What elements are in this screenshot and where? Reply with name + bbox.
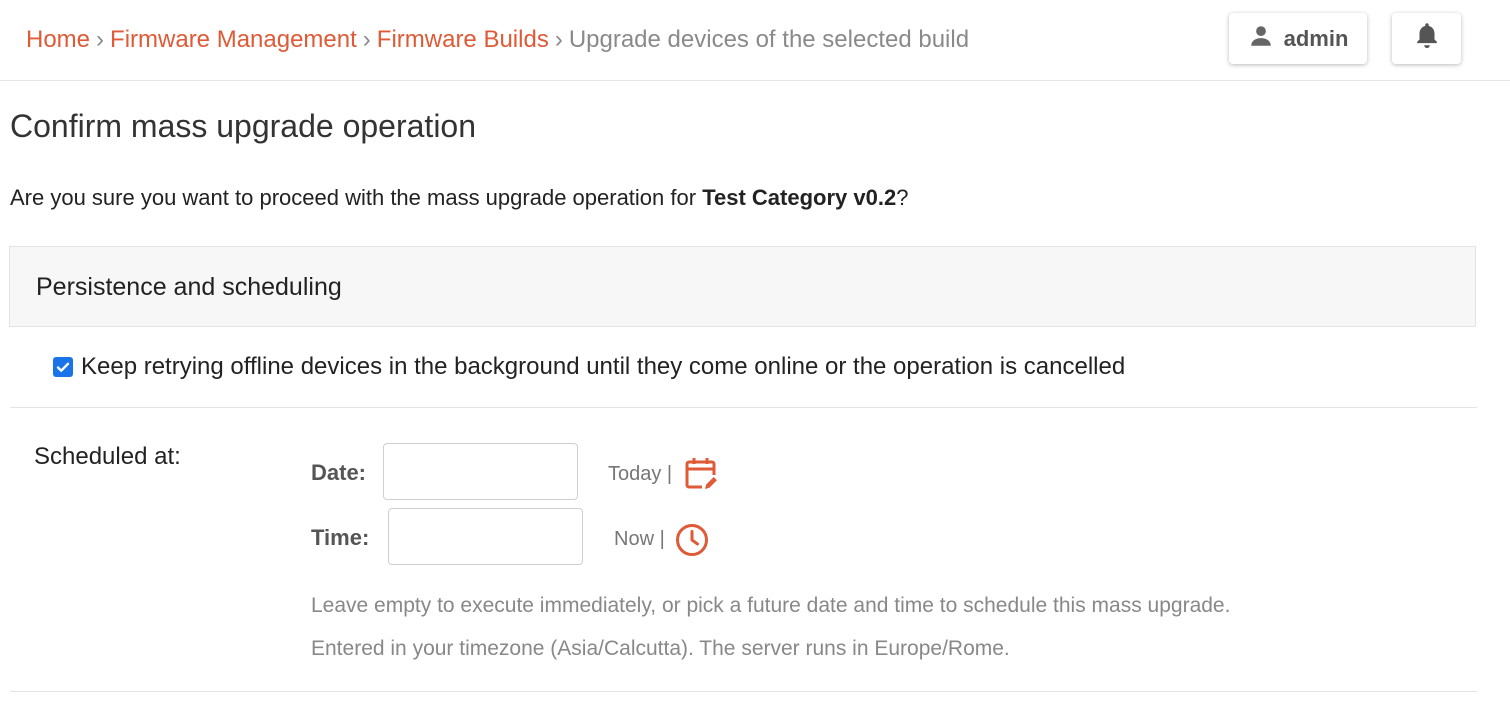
panel-title: Persistence and scheduling [36,273,342,301]
breadcrumb-home-link[interactable]: Home [26,26,90,53]
checkmark-icon [56,362,70,372]
persistence-panel-header: Persistence and scheduling [9,246,1476,327]
retry-checkbox[interactable] [53,357,73,377]
retry-option: Keep retrying offline devices in the bac… [53,352,1125,382]
breadcrumb-firmware-builds-link[interactable]: Firmware Builds [377,26,549,53]
scheduled-at-label: Scheduled at: [34,443,181,470]
breadcrumb-separator: › [96,26,105,53]
timezone-help-text: Entered in your timezone (Asia/Calcutta)… [311,637,1010,660]
clock-icon[interactable] [674,522,710,563]
user-name: admin [1283,25,1349,51]
calendar-edit-icon[interactable] [684,456,720,497]
confirm-message: Are you sure you want to proceed with th… [10,184,908,212]
confirm-prefix: Are you sure you want to proceed with th… [10,185,703,210]
today-link[interactable]: Today | [608,461,672,487]
bell-icon [1413,21,1441,56]
page-title: Confirm mass upgrade operation [10,108,477,144]
date-label: Date: [311,460,367,485]
time-label: Time: [311,525,370,550]
notifications-button[interactable] [1392,13,1461,64]
top-bar: Home › Firmware Management › Firmware Builds… [0,0,1510,81]
breadcrumb-current: Upgrade devices of the selected build [568,26,970,53]
breadcrumb-separator: › [362,26,371,53]
user-menu-button[interactable]: admin [1229,13,1367,64]
person-icon [1248,23,1274,55]
confirm-suffix: ? [896,185,909,210]
breadcrumb-firmware-management-link[interactable]: Firmware Management [110,26,357,53]
time-input[interactable] [388,508,583,565]
breadcrumb: Home › Firmware Management › Firmware Builds… [26,24,969,56]
build-name: Test Category v0.2 [702,185,897,210]
date-input[interactable] [383,443,578,500]
divider [10,691,1477,692]
now-link[interactable]: Now | [614,526,665,552]
schedule-help-text: Leave empty to execute immediately, or p… [311,594,1231,617]
retry-checkbox-label[interactable]: Keep retrying offline devices in the bac… [81,352,1125,382]
breadcrumb-separator: › [554,26,563,53]
divider [10,407,1477,408]
